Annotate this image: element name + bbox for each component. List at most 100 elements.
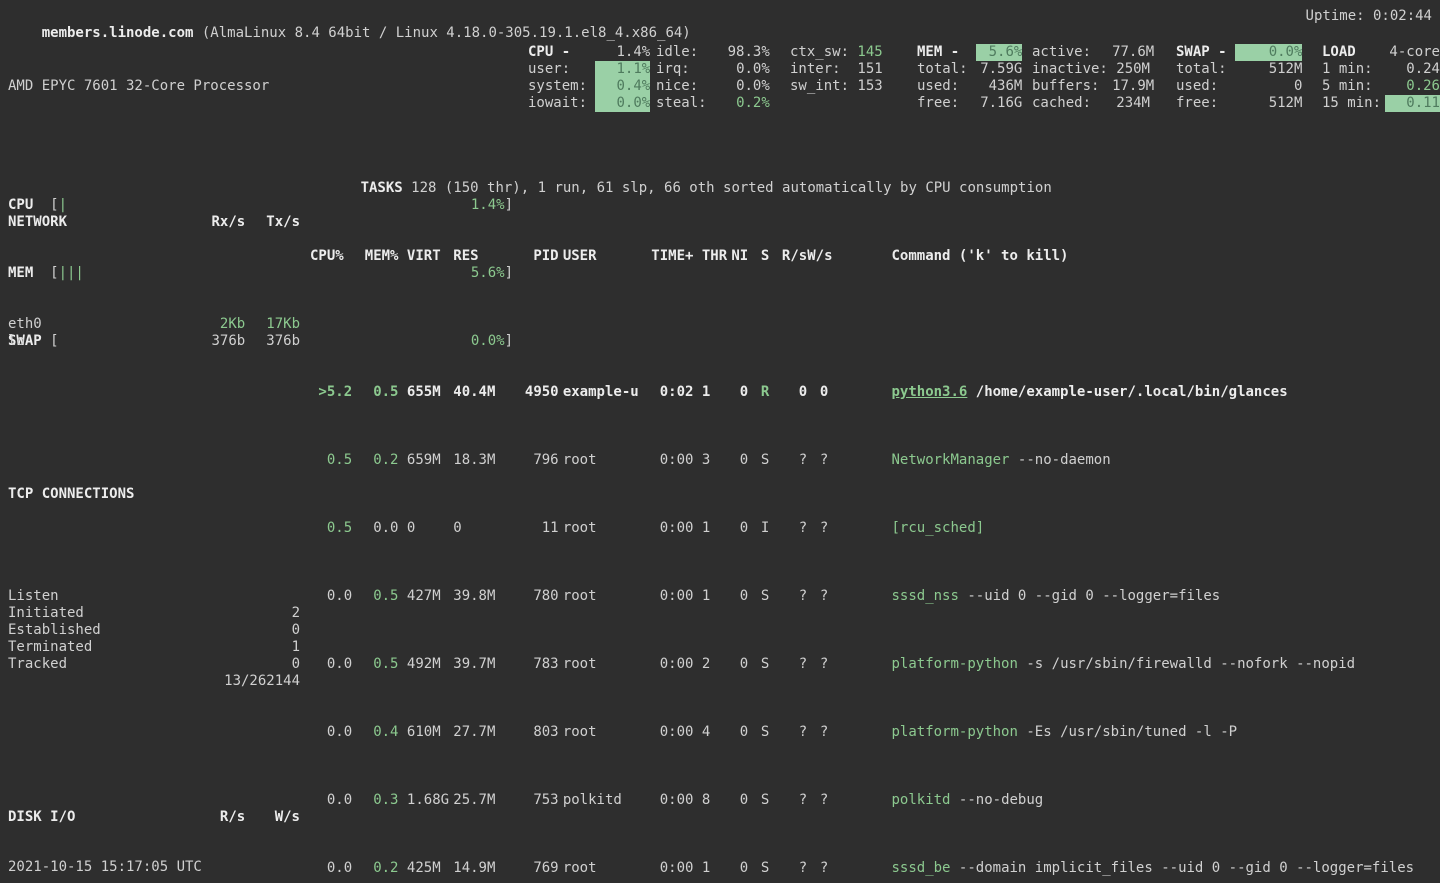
stat-label: cached:: [1032, 95, 1112, 112]
cell-pid: 783: [504, 656, 559, 673]
stat-row: idle:98.3%: [656, 44, 770, 61]
cell-command: python3.6 /home/example-user/.local/bin/…: [828, 384, 1440, 401]
cell-pid: 11: [504, 520, 559, 537]
cell-command: [rcu_sched]: [828, 520, 1440, 537]
stat-value: 0: [1235, 78, 1302, 95]
stat-value: 0.26: [1385, 78, 1440, 95]
cell-res: 39.8M: [453, 588, 504, 605]
network-section: NETWORK Rx/s Tx/s eth02Kb17Kblo376b376b: [8, 180, 300, 384]
uptime: Uptime: 0:02:44: [1306, 8, 1432, 25]
col-header-tx: Tx/s: [245, 214, 300, 231]
cell-ni: 0: [719, 452, 749, 469]
stat-value: 0.0%: [595, 95, 650, 112]
cell-ws: ?: [807, 520, 828, 537]
cell-thr: 1: [693, 520, 718, 537]
cell-cpu: 0.5: [310, 452, 352, 469]
process-row[interactable]: 0.0 0.4 610M 27.7M 803 root 0:00 4 0 S ?…: [310, 724, 1440, 741]
stat-row: irq:0.0%: [656, 61, 770, 78]
process-row[interactable]: 0.0 0.5 427M 39.8M 780 root 0:00 1 0 S ?…: [310, 588, 1440, 605]
process-row[interactable]: 0.0 0.5 492M 39.7M 783 root 0:00 2 0 S ?…: [310, 656, 1440, 673]
network-row: eth02Kb17Kb: [8, 316, 300, 333]
stat-label: total:: [917, 61, 976, 78]
process-row[interactable]: 0.5 0.0 0 0 11 root 0:00 1 0 I ? ? [rcu_…: [310, 520, 1440, 537]
stat-value: 151: [853, 61, 883, 78]
header-ws: W/s: [807, 248, 828, 265]
cell-time: 0:00: [647, 656, 693, 673]
process-row[interactable]: >5.2 0.5 655M 40.4M 4950 example-u 0:02 …: [310, 384, 1440, 401]
stat-label: MEM -: [917, 44, 976, 61]
glances-terminal[interactable]: members.linode.com (AlmaLinux 8.4 64bit …: [0, 0, 1440, 883]
stat-value: 1.1%: [595, 61, 650, 78]
process-args: --uid 0 --gid 0 --logger=files: [959, 588, 1220, 604]
process-row[interactable]: 0.0 0.2 425M 14.9M 769 root 0:00 1 0 S ?…: [310, 860, 1440, 877]
stat-label: buffers:: [1032, 78, 1112, 95]
stat-value: 7.59G: [976, 61, 1022, 78]
stat-row: system:0.4%: [528, 78, 650, 95]
stat-row: SWAP -0.0%: [1176, 44, 1302, 61]
process-name: sssd_nss: [891, 588, 958, 604]
cell-command: sssd_nss --uid 0 --gid 0 --logger=files: [828, 588, 1440, 605]
process-table-header: CPU% MEM% VIRT RES PID USER TIME+ THR NI…: [310, 248, 1440, 265]
stat-row: 1 min:0.24: [1322, 61, 1440, 78]
cell-user: root: [559, 520, 648, 537]
stat-value: 234M: [1112, 95, 1150, 112]
header-command: Command ('k' to kill): [828, 248, 1440, 265]
cell-pid: 796: [504, 452, 559, 469]
process-row[interactable]: 0.0 0.3 1.68G 25.7M 753 polkitd 0:00 8 0…: [310, 792, 1440, 809]
header-time: TIME+: [647, 248, 693, 265]
section-title: DISK I/O: [8, 809, 190, 826]
cpu-stats-block-1: CPU -1.4%user:1.1%system:0.4%iowait:0.0%: [528, 44, 650, 112]
cell-virt: 610M: [398, 724, 453, 741]
stat-value: 17.9M: [1112, 78, 1150, 95]
process-row[interactable]: 0.5 0.2 659M 18.3M 796 root 0:00 3 0 S ?…: [310, 452, 1440, 469]
process-name: [rcu_sched]: [891, 520, 984, 536]
cell-thr: 1: [693, 384, 718, 401]
stat-value: 250M: [1112, 61, 1150, 78]
cell-rs: ?: [769, 588, 807, 605]
cell-ni: 0: [719, 588, 749, 605]
col-header-rx: Rx/s: [190, 214, 245, 231]
stat-value: 0.0%: [1235, 44, 1302, 61]
process-name: platform-python: [891, 656, 1017, 672]
stat-row: MEM -5.6%: [917, 44, 1022, 61]
cpu-model: AMD EPYC 7601 32-Core Processor: [8, 78, 513, 95]
os-version: (AlmaLinux 8.4 64bit / Linux 4.18.0-305.…: [193, 25, 690, 41]
cell-res: 14.9M: [453, 860, 504, 877]
header-thr: THR: [693, 248, 718, 265]
process-args: /home/example-user/.local/bin/glances: [967, 384, 1287, 400]
stat-label: iowait:: [528, 95, 595, 112]
tasks-title: TASKS: [361, 180, 403, 196]
header-s: S: [748, 248, 769, 265]
cell-status: R: [748, 384, 769, 401]
cpu-stats-block-3: ctx_sw:145inter:151sw_int:153: [790, 44, 883, 95]
cell-pid: 4950: [504, 384, 559, 401]
cell-virt: 0: [398, 520, 453, 537]
stat-row: steal:0.2%: [656, 95, 770, 112]
cell-pid: 753: [504, 792, 559, 809]
cell-virt: 659M: [398, 452, 453, 469]
cell-virt: 1.68G: [398, 792, 453, 809]
cell-res: 25.7M: [453, 792, 504, 809]
cell-rs: ?: [769, 656, 807, 673]
stat-label: 5 min:: [1322, 78, 1385, 95]
header-mem: MEM%: [352, 248, 398, 265]
tasks-text: 128 (150 thr), 1 run, 61 slp, 66 oth sor…: [403, 180, 1052, 196]
stat-row: active:77.6M: [1032, 44, 1150, 61]
cell-mem: 0.5: [352, 656, 398, 673]
stat-row: sw_int:153: [790, 78, 883, 95]
stat-label: free:: [917, 95, 976, 112]
cell-pid: 780: [504, 588, 559, 605]
col-header-write: W/s: [245, 809, 300, 826]
stat-value: 512M: [1235, 95, 1302, 112]
cell-command: polkitd --no-debug: [828, 792, 1440, 809]
stat-value: 0.4%: [595, 78, 650, 95]
cell-ws: ?: [807, 792, 828, 809]
mem-stats-block-2: active:77.6Minactive:250Mbuffers:17.9Mca…: [1032, 44, 1150, 112]
cell-cpu: 0.0: [310, 860, 352, 877]
cell-thr: 1: [693, 860, 718, 877]
stat-row: 5 min:0.26: [1322, 78, 1440, 95]
process-args: --no-daemon: [1010, 452, 1111, 468]
stat-value: 436M: [976, 78, 1022, 95]
cell-virt: 425M: [398, 860, 453, 877]
uptime-value: 0:02:44: [1373, 8, 1432, 24]
